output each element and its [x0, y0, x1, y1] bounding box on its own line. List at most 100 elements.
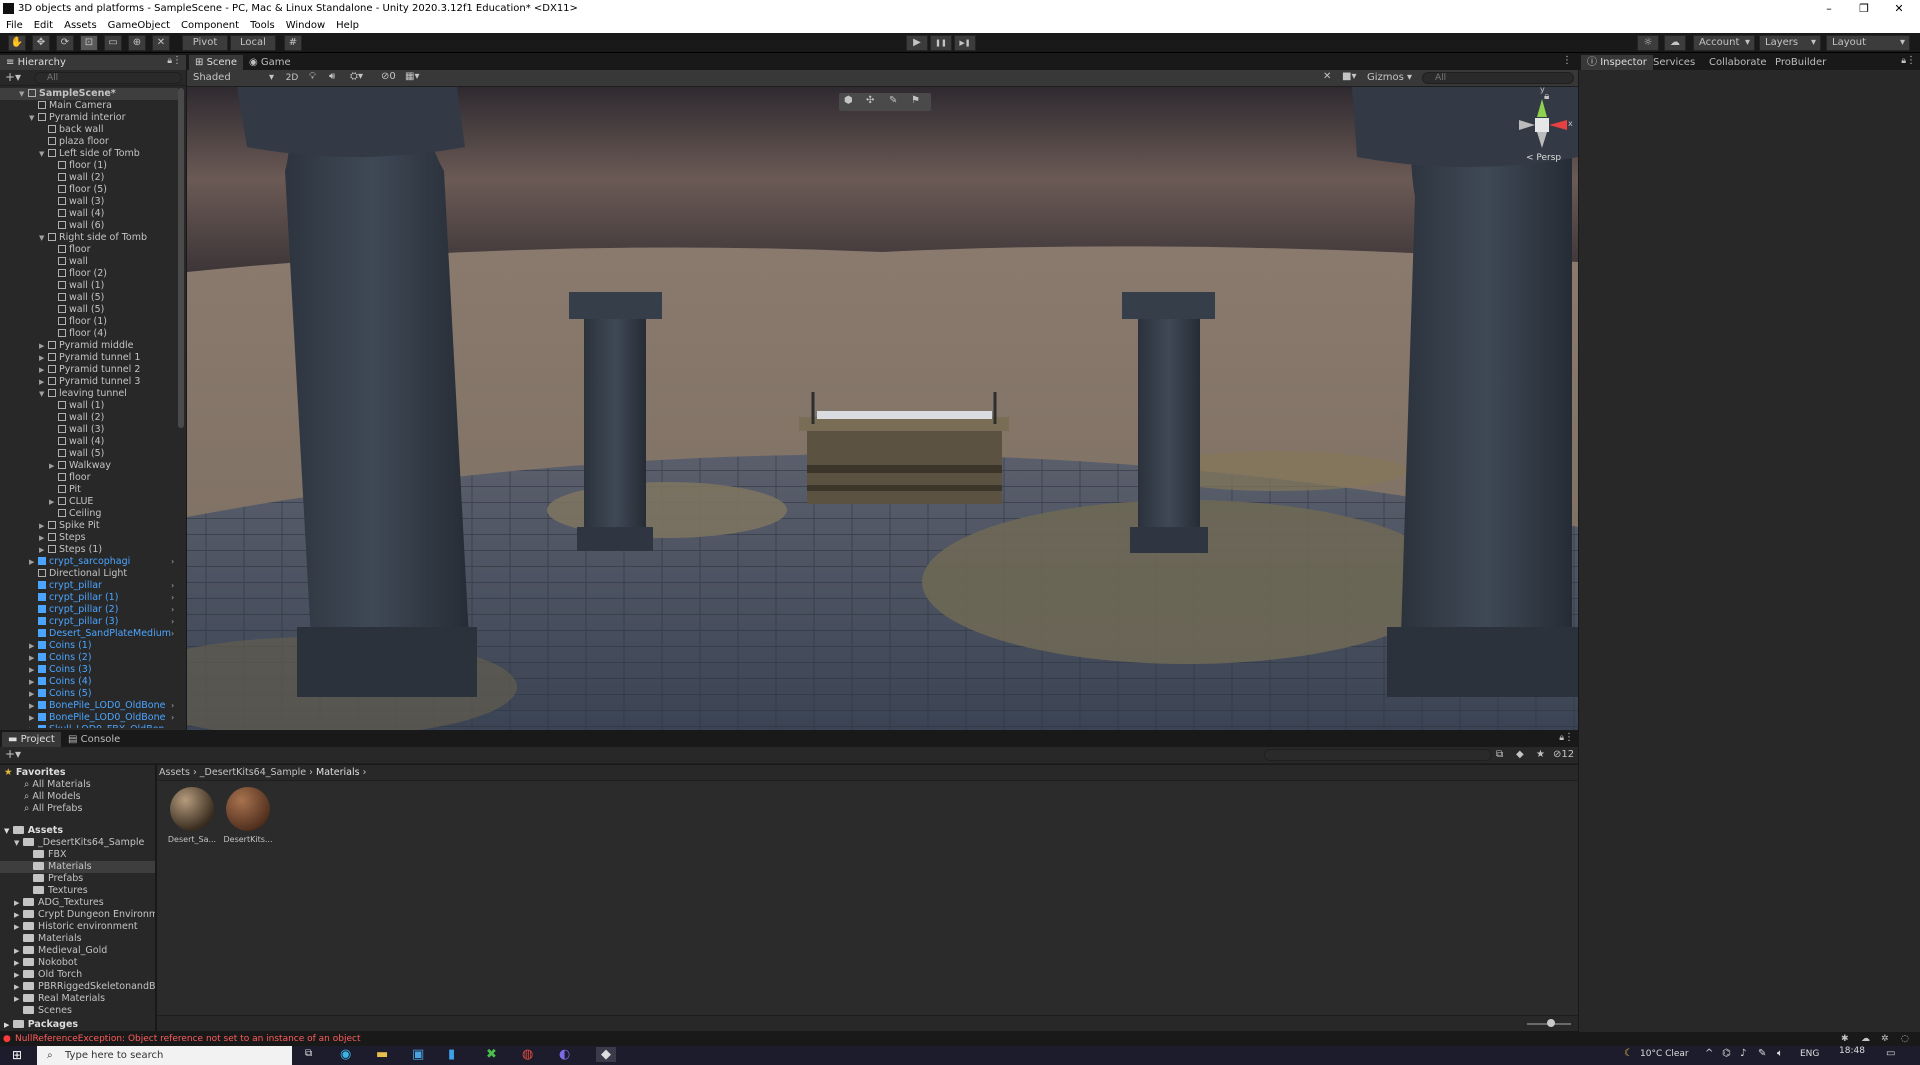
add-icon[interactable]: +▾ — [5, 70, 21, 84]
account-dropdown[interactable]: Account ▾ — [1693, 35, 1755, 51]
cube-icon[interactable]: ⬢ — [844, 95, 853, 106]
favorite-all-models[interactable]: ⌕ All Models — [24, 791, 81, 803]
hierarchy-row[interactable]: ▶ Coins (5) — [29, 688, 92, 700]
hierarchy-row[interactable]: wall (1) — [58, 400, 104, 412]
hierarchy-row[interactable]: Ceiling — [58, 508, 101, 520]
rotate-tool-icon[interactable]: ⟳ — [56, 35, 74, 51]
tab-hierarchy[interactable]: ≡ Hierarchy — [0, 55, 186, 70]
tab-game[interactable]: ◉ Game — [243, 55, 297, 70]
chevron-right-icon[interactable]: ▶ — [39, 340, 44, 352]
kebab-menu-icon[interactable]: ⋮ — [172, 55, 182, 66]
network-icon[interactable]: ⌬ — [1722, 1048, 1731, 1059]
tab-collaborate[interactable]: Collaborate — [1703, 55, 1773, 70]
hierarchy-row[interactable]: floor (4) — [58, 328, 107, 340]
play-button[interactable]: ▶ — [906, 35, 928, 51]
kebab-menu-icon[interactable]: ⋮ — [1562, 55, 1572, 66]
brush-icon[interactable]: ✎ — [889, 95, 897, 106]
store-icon[interactable]: ▣ — [412, 1047, 424, 1062]
unity-taskbar-icon[interactable]: ◆ — [596, 1047, 616, 1062]
kebab-menu-icon[interactable]: ⋮ — [1564, 732, 1574, 743]
effects-icon[interactable]: ⛭▾ — [350, 71, 363, 82]
audio-icon[interactable]: 🔊︎ — [329, 71, 335, 82]
menu-gameobject[interactable]: GameObject — [108, 20, 170, 31]
chevron-right-icon[interactable]: ▶ — [14, 969, 23, 981]
status-bar[interactable]: ● NullReferenceException: Object referen… — [0, 1032, 1920, 1046]
hierarchy-row[interactable]: wall (1) — [58, 280, 104, 292]
breadcrumb-materials[interactable]: Materials — [316, 767, 360, 778]
chevron-right-icon[interactable]: ▶ — [14, 993, 23, 1005]
hierarchy-row[interactable]: wall (2) — [58, 412, 104, 424]
chevron-right-icon[interactable]: ▶ — [29, 724, 34, 728]
tab-scene[interactable]: ⊞ Scene — [189, 55, 244, 70]
cloud-icon[interactable]: ☁ — [1664, 35, 1686, 51]
menu-tools[interactable]: Tools — [250, 20, 275, 31]
hierarchy-row[interactable]: ▶ Pyramid tunnel 3 — [39, 376, 140, 388]
orientation-gizmo[interactable]: 🔒︎ y x < Persp — [1508, 87, 1574, 167]
chevron-right-icon[interactable]: ▶ — [39, 352, 44, 364]
grid-snap-icon[interactable]: # — [284, 35, 302, 51]
hierarchy-row[interactable]: plaza floor — [48, 136, 109, 148]
cloud-icon[interactable]: ☁ — [1861, 1032, 1870, 1046]
hierarchy-row[interactable]: wall (5) — [58, 304, 104, 316]
hierarchy-row[interactable]: crypt_pillar (2) › — [38, 604, 174, 616]
task-view-icon[interactable]: ⧉ — [305, 1048, 312, 1059]
speaker-icon[interactable]: 🔈︎ — [1777, 1048, 1783, 1059]
breadcrumb-desertkits[interactable]: _DesertKits64_Sample — [200, 767, 306, 778]
clock-time[interactable]: 18:48 — [1839, 1046, 1865, 1056]
file-explorer-icon[interactable]: ▬ — [376, 1047, 388, 1062]
project-folder-row[interactable]: Scenes — [0, 1005, 155, 1017]
packages-root[interactable]: ▶ Packages — [4, 1019, 78, 1031]
project-folder-row[interactable]: FBX — [0, 849, 155, 861]
chevron-down-icon[interactable]: ▼ — [14, 837, 23, 849]
xbox-icon[interactable]: ✖ — [486, 1047, 497, 1062]
hierarchy-row[interactable]: ▼ Right side of Tomb — [39, 232, 147, 244]
chevron-down-icon[interactable]: ▼ — [39, 232, 44, 244]
favorite-all-materials[interactable]: ⌕ All Materials — [24, 779, 91, 791]
chevron-right-icon[interactable]: › — [171, 712, 174, 724]
hierarchy-row[interactable]: ▶ CLUE — [49, 496, 93, 508]
project-folder-row[interactable]: ▶ ADG_Textures — [0, 897, 155, 909]
chevron-down-icon[interactable]: ▼ — [39, 388, 44, 400]
settings-icon[interactable]: ✲ — [1881, 1032, 1889, 1046]
chevron-right-icon[interactable]: ▶ — [29, 676, 34, 688]
restore-button[interactable]: ❐ — [1846, 0, 1882, 17]
chevron-right-icon[interactable]: ▶ — [14, 945, 23, 957]
project-folder-row[interactable]: ▶ Medieval_Gold — [0, 945, 155, 957]
hierarchy-row[interactable]: Main Camera — [38, 100, 112, 112]
menu-help[interactable]: Help — [336, 20, 359, 31]
toggle-2d-button[interactable]: 2D — [283, 71, 301, 85]
hierarchy-row[interactable]: floor (1) — [58, 316, 107, 328]
grid-icon[interactable]: ▦▾ — [405, 71, 419, 82]
shading-mode-dropdown[interactable]: Shaded ▾ — [189, 71, 277, 85]
project-folder-row[interactable]: ▶ PBRRiggedSkeletonandBon — [0, 981, 155, 993]
chrome-icon[interactable]: ◍ — [522, 1047, 533, 1062]
project-folder-row[interactable]: ▶ Old Torch — [0, 969, 155, 981]
persp-label[interactable]: < Persp — [1526, 153, 1561, 163]
menu-file[interactable]: File — [6, 20, 23, 31]
volume-icon[interactable]: ♪ — [1740, 1048, 1746, 1059]
chevron-right-icon[interactable]: ▶ — [14, 957, 23, 969]
hidden-packages-icon[interactable]: ⊘12 — [1553, 749, 1574, 760]
hierarchy-row[interactable]: floor (1) — [58, 160, 107, 172]
chevron-right-icon[interactable]: ▶ — [39, 532, 44, 544]
project-folder-row[interactable]: ▶ Historic environment — [0, 921, 155, 933]
chevron-right-icon[interactable]: › — [171, 604, 174, 616]
chevron-down-icon[interactable]: ▼ — [19, 88, 24, 100]
rect-tool-icon[interactable]: ▭ — [104, 35, 122, 51]
hierarchy-row[interactable]: crypt_pillar (1) › — [38, 592, 174, 604]
asset-tile[interactable]: DesertKits... — [223, 787, 273, 857]
hierarchy-row[interactable]: ▶ Walkway — [49, 460, 111, 472]
project-folder-row[interactable]: Textures — [0, 885, 155, 897]
layers-dropdown[interactable]: Layers ▾ — [1759, 35, 1821, 51]
add-icon[interactable]: +▾ — [5, 747, 21, 761]
gizmos-dropdown[interactable]: Gizmos ▾ — [1365, 71, 1415, 85]
step-button[interactable]: ▶❚ — [954, 35, 976, 51]
hierarchy-row[interactable]: wall — [58, 256, 88, 268]
chevron-right-icon[interactable]: ▶ — [29, 652, 34, 664]
project-folder-row[interactable]: Materials — [0, 861, 155, 873]
hierarchy-row[interactable]: ▼ Pyramid interior — [29, 112, 126, 124]
favorite-star-icon[interactable]: ★ — [1536, 749, 1545, 760]
project-folder-row[interactable]: ▼ _DesertKits64_Sample — [0, 837, 155, 849]
hierarchy-row[interactable]: wall (4) — [58, 208, 104, 220]
hierarchy-row[interactable]: ▶ Steps (1) — [39, 544, 102, 556]
